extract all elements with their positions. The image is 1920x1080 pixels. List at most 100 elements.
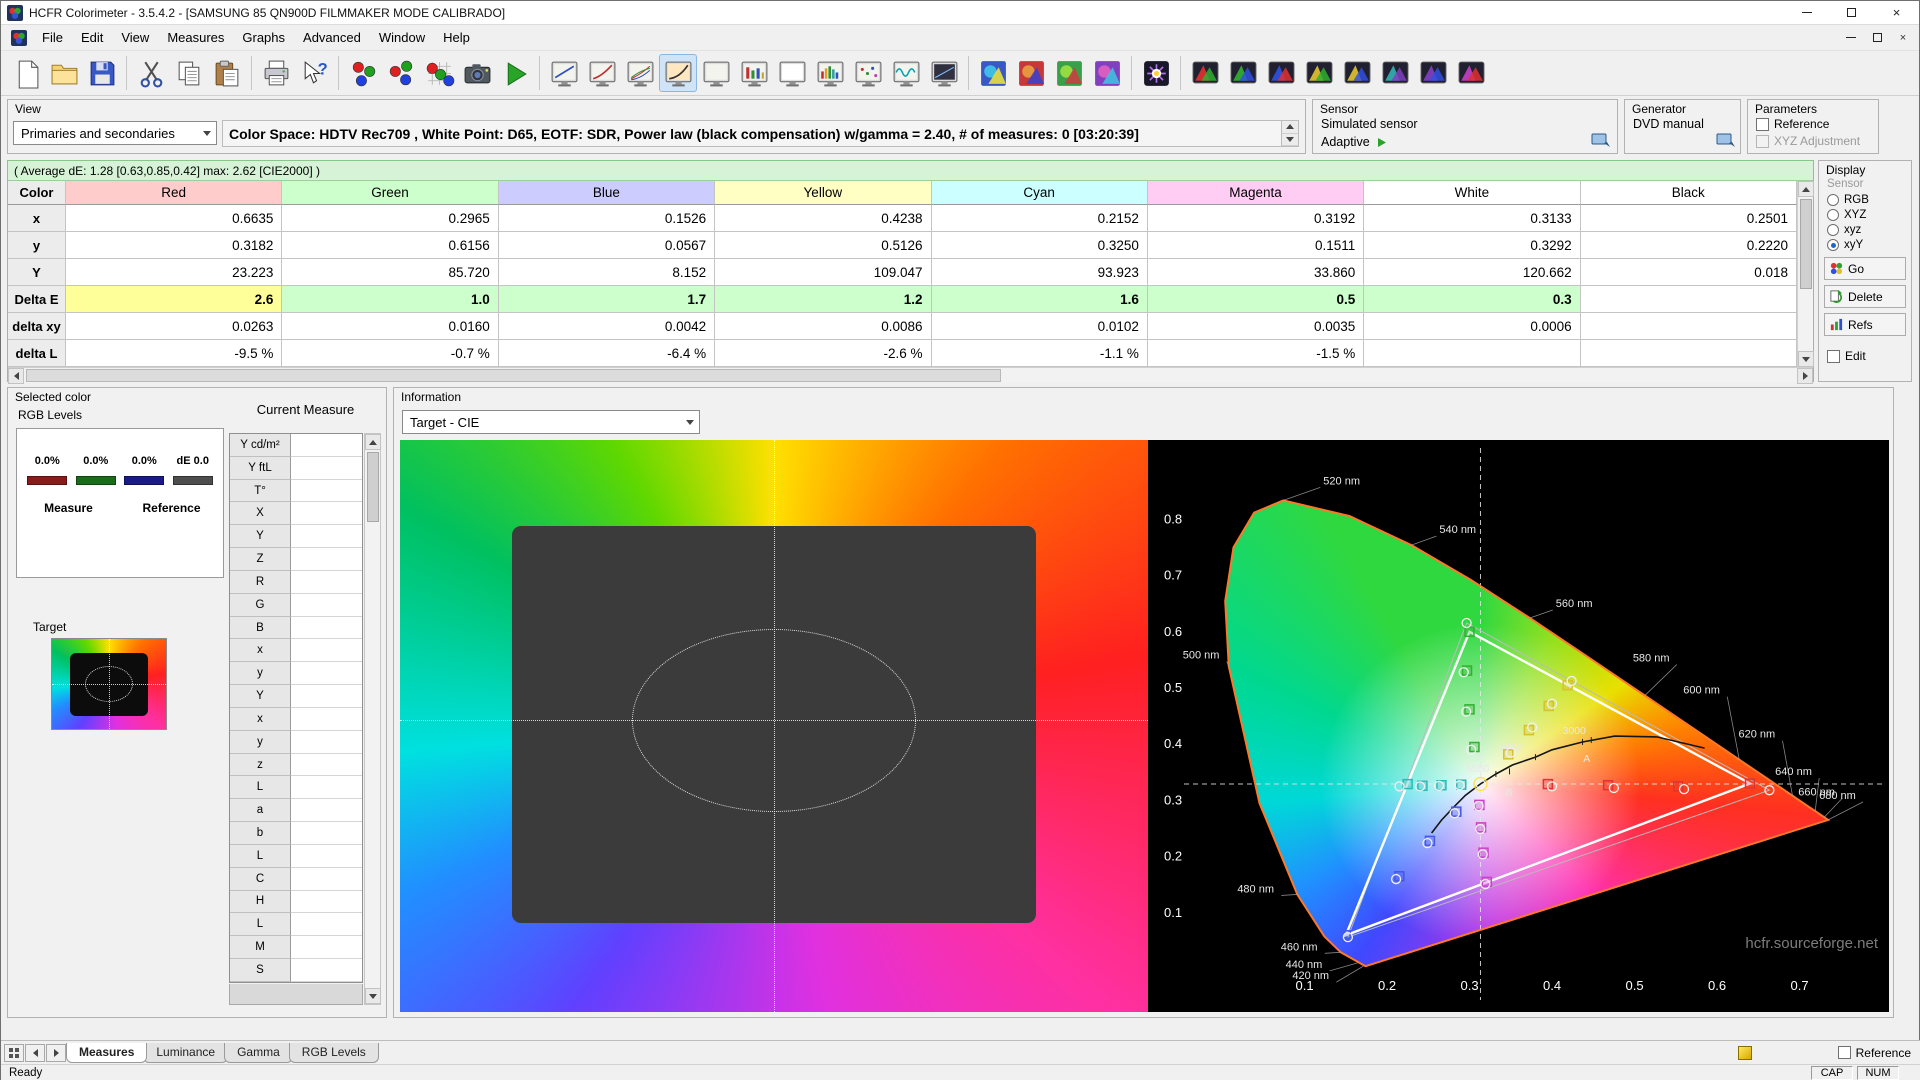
delete-button[interactable]: Delete: [1824, 285, 1906, 308]
scroll-down-icon[interactable]: [364, 988, 381, 1004]
measure-row-value[interactable]: [291, 639, 362, 663]
measure-row-value[interactable]: [291, 936, 362, 960]
table-vertical-scrollbar[interactable]: [1797, 181, 1814, 367]
menu-measures[interactable]: Measures: [158, 26, 233, 49]
radio-circle-icon[interactable]: [1827, 194, 1839, 206]
table-cell[interactable]: 8.152: [498, 259, 716, 286]
menu-advanced[interactable]: Advanced: [294, 26, 370, 49]
chevron-down-icon[interactable]: [197, 122, 216, 144]
capture-icon[interactable]: [458, 54, 496, 92]
measure-row-value[interactable]: [291, 959, 362, 982]
table-cell[interactable]: [1364, 340, 1581, 367]
measure-row-value[interactable]: [291, 776, 362, 800]
prism-red-icon[interactable]: [1186, 54, 1224, 92]
table-cell[interactable]: [1580, 340, 1797, 367]
table-cell[interactable]: -9.5 %: [66, 340, 283, 367]
menu-view[interactable]: View: [112, 26, 158, 49]
open-file-icon[interactable]: [45, 54, 83, 92]
menu-window[interactable]: Window: [370, 26, 434, 49]
view-mode-dropdown[interactable]: Primaries and secondaries: [13, 121, 217, 145]
contrast-pattern-icon[interactable]: [1137, 54, 1175, 92]
prism-purple-icon[interactable]: [1414, 54, 1452, 92]
radio-xyy[interactable]: xyY: [1827, 239, 1863, 251]
table-cell[interactable]: 0.1526: [498, 205, 716, 232]
prism-teal-icon[interactable]: [1376, 54, 1414, 92]
table-cell[interactable]: 0.4238: [715, 205, 932, 232]
maximize-button[interactable]: [1829, 1, 1874, 24]
table-cell[interactable]: 0.0086: [715, 313, 932, 340]
reference-checkbox[interactable]: [1756, 117, 1769, 131]
scroll-down-icon[interactable]: [1797, 351, 1814, 367]
table-cell[interactable]: 0.0160: [282, 313, 499, 340]
table-cell[interactable]: 0.3: [1364, 286, 1581, 313]
scroll-up-icon[interactable]: [364, 434, 381, 450]
scroll-left-icon[interactable]: [8, 367, 24, 384]
filter-blue-icon[interactable]: [974, 54, 1012, 92]
measure-row-value[interactable]: [291, 913, 362, 937]
table-cell[interactable]: 0.3292: [1364, 232, 1581, 259]
measure-primaries-icon[interactable]: [344, 54, 382, 92]
hscroll-thumb[interactable]: [26, 369, 1002, 382]
view-colortemp-icon[interactable]: [735, 54, 773, 92]
table-cell[interactable]: 0.018: [1580, 259, 1797, 286]
measure-grid-icon[interactable]: [420, 54, 458, 92]
table-cell[interactable]: 0.3192: [1147, 205, 1365, 232]
view-histogram-icon[interactable]: [811, 54, 849, 92]
measure-row-value[interactable]: [291, 730, 362, 754]
measure-row-value[interactable]: [291, 867, 362, 891]
mdi-restore-button[interactable]: [1865, 28, 1889, 48]
table-cell[interactable]: -2.6 %: [715, 340, 932, 367]
table-cell[interactable]: 93.923: [931, 259, 1148, 286]
tab-list-icon[interactable]: [4, 1043, 24, 1062]
table-cell[interactable]: 0.0102: [931, 313, 1148, 340]
print-icon[interactable]: [257, 54, 295, 92]
table-cell[interactable]: 2.6: [66, 286, 283, 313]
radio-rgb[interactable]: RGB: [1827, 194, 1869, 206]
menu-edit[interactable]: Edit: [72, 26, 112, 49]
scroll-up-icon[interactable]: [1797, 181, 1814, 197]
view-dots-icon[interactable]: [849, 54, 887, 92]
measure-row-value[interactable]: [291, 662, 362, 686]
prism-green-icon[interactable]: [1224, 54, 1262, 92]
cut-icon[interactable]: [132, 54, 170, 92]
table-cell[interactable]: 0.0042: [498, 313, 716, 340]
measure-row-value[interactable]: [291, 593, 362, 617]
table-cell[interactable]: 0.2220: [1580, 232, 1797, 259]
scrollbar-thumb[interactable]: [1799, 199, 1812, 289]
view-rgb-levels-icon[interactable]: [621, 54, 659, 92]
measure-row-value[interactable]: [291, 844, 362, 868]
table-cell[interactable]: 1.0: [282, 286, 499, 313]
measure-row-value[interactable]: [291, 753, 362, 777]
table-cell[interactable]: 120.662: [1364, 259, 1581, 286]
table-cell[interactable]: 0.3250: [931, 232, 1148, 259]
help-icon[interactable]: ?: [295, 54, 333, 92]
current-measure-scrollbar[interactable]: [364, 433, 381, 1005]
table-cell[interactable]: 0.6156: [282, 232, 499, 259]
table-cell[interactable]: 0.0035: [1147, 313, 1365, 340]
table-cell[interactable]: 0.3182: [66, 232, 283, 259]
tab-luminance[interactable]: Luminance: [143, 1042, 229, 1063]
table-horizontal-scrollbar[interactable]: [8, 367, 1813, 384]
table-cell[interactable]: -1.5 %: [1147, 340, 1365, 367]
menu-help[interactable]: Help: [434, 26, 479, 49]
table-cell[interactable]: [1580, 313, 1797, 340]
tab-rgb-levels[interactable]: RGB Levels: [288, 1042, 379, 1063]
info-spinner[interactable]: [1281, 121, 1298, 146]
save-icon[interactable]: [83, 54, 121, 92]
generator-settings-icon[interactable]: [1716, 133, 1736, 149]
run-measures-icon[interactable]: [496, 54, 534, 92]
measure-row-value[interactable]: [291, 570, 362, 594]
tab-scroll-right-icon[interactable]: [46, 1043, 66, 1062]
table-cell[interactable]: 0.5126: [715, 232, 932, 259]
radio-circle-icon[interactable]: [1827, 239, 1839, 251]
measure-row-value[interactable]: [291, 707, 362, 731]
table-cell[interactable]: 0.2965: [282, 205, 499, 232]
go-button[interactable]: Go: [1824, 257, 1906, 280]
filter-purple-icon[interactable]: [1088, 54, 1126, 92]
filter-green-icon[interactable]: [1050, 54, 1088, 92]
edit-checkbox[interactable]: [1827, 349, 1840, 363]
new-file-icon[interactable]: [7, 54, 45, 92]
filter-red-icon[interactable]: [1012, 54, 1050, 92]
copy-icon[interactable]: [170, 54, 208, 92]
view-gamma-icon[interactable]: [583, 54, 621, 92]
